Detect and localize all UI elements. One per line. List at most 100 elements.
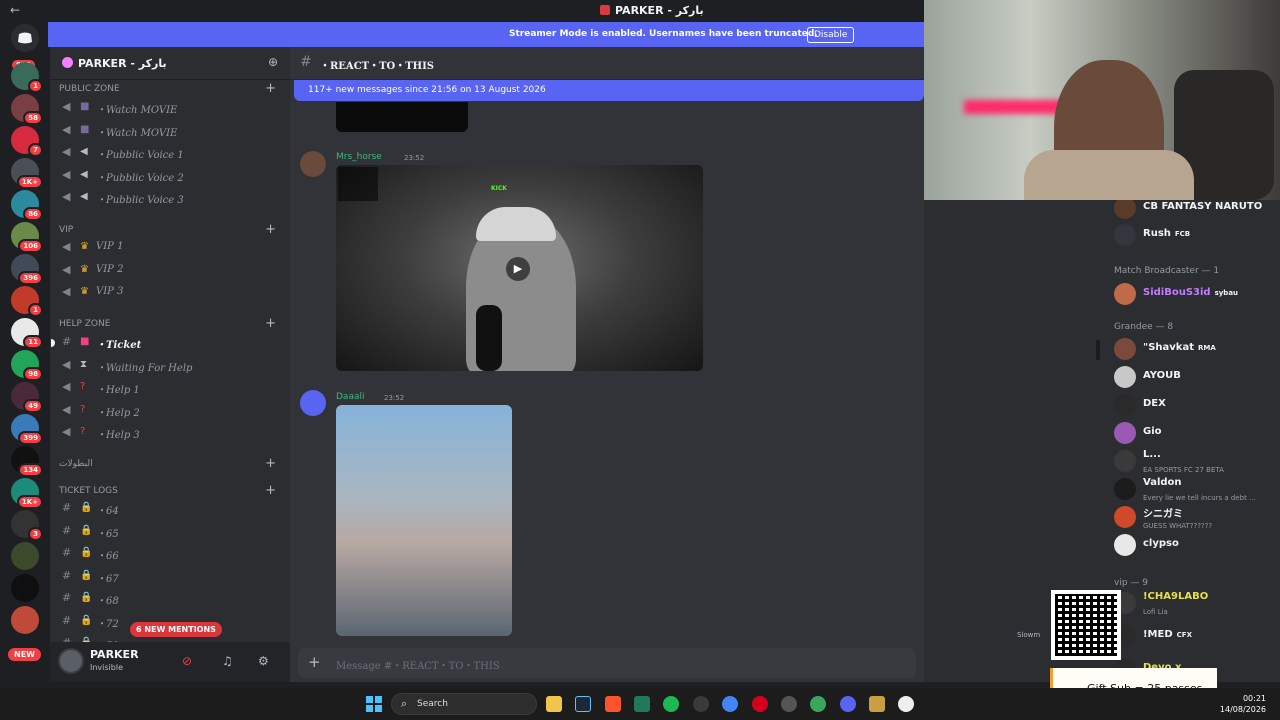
server-icon[interactable]: [11, 574, 39, 602]
app-icon[interactable]: [781, 696, 797, 712]
channel-label: ・Help 2: [96, 407, 140, 419]
text-channel[interactable]: # 🔒 ・68: [58, 589, 284, 609]
attach-plus-icon[interactable]: +: [308, 653, 321, 671]
voice-channel[interactable]: ◀? ・Help 2: [58, 401, 284, 421]
avatar: [1114, 534, 1136, 556]
member-row[interactable]: clypso: [1112, 532, 1274, 558]
server-icon[interactable]: 1: [11, 286, 43, 317]
discord-taskbar-icon[interactable]: [840, 696, 856, 712]
previous-media[interactable]: [336, 102, 468, 132]
file-explorer-icon[interactable]: [546, 696, 562, 712]
spotify-icon[interactable]: [663, 696, 679, 712]
voice-channel[interactable]: ◀? ・Help 1: [58, 378, 284, 398]
server-icon[interactable]: 1K+: [11, 478, 43, 509]
new-mentions-pill[interactable]: 6 NEW MENTIONS: [130, 622, 222, 637]
scrollbar[interactable]: [1096, 340, 1100, 360]
chrome-icon[interactable]: [722, 696, 738, 712]
member-row[interactable]: AYOUB: [1112, 364, 1274, 390]
member-row[interactable]: DEX: [1112, 392, 1274, 418]
server-icon[interactable]: 396: [11, 254, 43, 285]
avatar[interactable]: [300, 390, 326, 416]
app-icon[interactable]: [810, 696, 826, 712]
member-row[interactable]: シニガミ GUESS WHAT??????: [1112, 504, 1274, 530]
message-composer[interactable]: + Message #・REACT・TO・THIS ▣: [298, 648, 916, 678]
mute-mic-icon[interactable]: ⊘: [182, 654, 192, 668]
category-tournaments[interactable]: البطولات: [59, 459, 93, 469]
obs-icon[interactable]: [898, 696, 914, 712]
voice-channel[interactable]: ◀ ■ ・Watch MOVIE: [58, 121, 284, 141]
server-icon[interactable]: 49: [11, 382, 43, 413]
server-icon[interactable]: [11, 606, 39, 634]
server-icon[interactable]: 134: [11, 446, 43, 477]
play-icon[interactable]: ▶: [506, 257, 530, 281]
server-icon[interactable]: 98: [11, 350, 43, 381]
taskbar-search[interactable]: ⌕ Search: [391, 693, 537, 715]
image-attachment[interactable]: [336, 405, 512, 636]
server-icon[interactable]: 1: [11, 62, 43, 93]
server-icon[interactable]: 7: [11, 126, 43, 157]
voice-channel[interactable]: ◀ ⧗ ・Waiting For Help: [58, 356, 284, 376]
voice-channel[interactable]: ◀ ♛ VIP 3: [58, 283, 284, 303]
add-channel-icon[interactable]: +: [265, 81, 276, 96]
voice-channel[interactable]: ◀ ♛ VIP 2: [58, 261, 284, 281]
brave-icon[interactable]: [605, 696, 621, 712]
text-channel[interactable]: # 🔒 ・65: [58, 522, 284, 542]
opera-icon[interactable]: [752, 696, 768, 712]
server-icon[interactable]: 11: [11, 318, 43, 349]
voice-channel[interactable]: ◀ ■ ・Watch MOVIE: [58, 98, 284, 118]
steam-icon[interactable]: [575, 696, 591, 712]
server-icon[interactable]: 3: [11, 510, 43, 541]
add-channel-icon[interactable]: +: [265, 316, 276, 331]
settings-gear-icon[interactable]: ⚙: [258, 654, 269, 668]
member-row[interactable]: "Shavkat RMA: [1112, 336, 1274, 362]
server-icon[interactable]: 58: [11, 94, 43, 125]
disable-button[interactable]: Disable: [807, 27, 855, 43]
text-channel[interactable]: # 🔒 ・67: [58, 567, 284, 587]
voice-channel[interactable]: ◀ ◀ ・Pubblic Voice 3: [58, 188, 284, 208]
category-ticket-logs[interactable]: TICKET LOGS: [59, 486, 118, 496]
speedometer-icon[interactable]: [693, 696, 709, 712]
member-row[interactable]: Gio: [1112, 420, 1274, 446]
add-channel-icon[interactable]: +: [265, 222, 276, 237]
category-vip[interactable]: VIP: [59, 225, 73, 235]
member-row[interactable]: !MED CFX: [1112, 623, 1274, 649]
app-icon[interactable]: [634, 696, 650, 712]
text-channel[interactable]: # 🔒 ・64: [58, 499, 284, 519]
back-arrow-icon[interactable]: ←: [10, 3, 20, 17]
discord-home-icon[interactable]: [11, 24, 39, 52]
headphones-icon[interactable]: ♫: [222, 654, 233, 668]
server-icon[interactable]: 86: [11, 190, 43, 221]
add-user-icon[interactable]: ⊕: [268, 55, 278, 69]
new-messages-bar[interactable]: 117+ new messages since 21:56 on 13 Augu…: [294, 80, 924, 101]
server-header[interactable]: PARKER - بارکر ⊕: [50, 46, 290, 80]
app-icon[interactable]: [869, 696, 885, 712]
composer-placeholder[interactable]: Message #・REACT・TO・THIS: [336, 657, 500, 672]
voice-channel[interactable]: ◀ ♛ VIP 1: [58, 238, 284, 258]
server-icon[interactable]: 1K+: [11, 158, 43, 189]
video-attachment[interactable]: KICK ▶: [336, 165, 703, 371]
channel-label: ・72: [96, 618, 119, 630]
text-channel[interactable]: # 🔒 ・66: [58, 544, 284, 564]
server-icon[interactable]: 399: [11, 414, 43, 445]
category-public-zone[interactable]: PUBLIC ZONE: [59, 84, 120, 94]
member-row[interactable]: !CHA9LABO Lofi Lia: [1112, 590, 1274, 616]
server-icon[interactable]: 106: [11, 222, 43, 253]
message-author[interactable]: Mrs_horse: [336, 152, 382, 162]
voice-channel[interactable]: ◀ ◀ ・Pubblic Voice 1: [58, 143, 284, 163]
member-row[interactable]: Rush FCB: [1112, 222, 1274, 248]
server-icon[interactable]: [11, 542, 39, 570]
new-unreads-pill[interactable]: NEW: [8, 648, 41, 661]
message-author[interactable]: Daaali: [336, 392, 364, 402]
voice-channel[interactable]: ◀? ・Help 3: [58, 423, 284, 443]
member-row[interactable]: SidiBouS3id sybau: [1112, 281, 1274, 307]
voice-channel[interactable]: ◀ ◀ ・Pubblic Voice 2: [58, 166, 284, 186]
category-help-zone[interactable]: HELP ZONE: [59, 319, 110, 329]
member-row[interactable]: L... EA SPORTS FC 27 BETA: [1112, 448, 1274, 474]
channel-ticket[interactable]: # ■ ・Ticket: [51, 333, 284, 353]
avatar[interactable]: [300, 151, 326, 177]
add-channel-icon[interactable]: +: [265, 483, 276, 498]
add-channel-icon[interactable]: +: [265, 456, 276, 471]
windows-start-icon[interactable]: [366, 696, 382, 712]
member-row[interactable]: Valdon Every lie we tell incurs a debt ..…: [1112, 476, 1274, 502]
avatar[interactable]: [58, 648, 84, 674]
